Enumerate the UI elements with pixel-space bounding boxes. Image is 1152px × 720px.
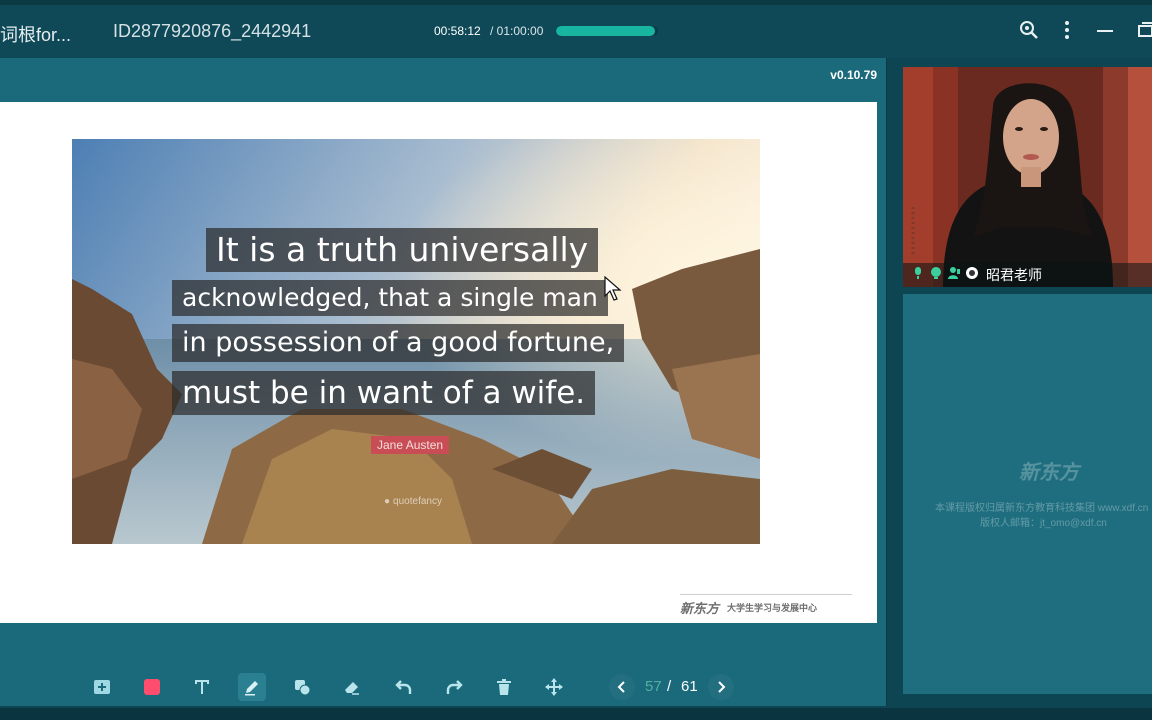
teacher-name: 昭君老师: [986, 267, 1042, 283]
progress-bar: [556, 26, 658, 36]
move-icon[interactable]: [540, 673, 568, 701]
slide-canvas[interactable]: It is a truth universally acknowledged, …: [0, 102, 877, 623]
footer-logo: 新东方: [680, 601, 720, 616]
teacher-status-bar: 昭君老师: [903, 263, 1152, 287]
time-elapsed: 00:58:12: [434, 24, 481, 38]
quote-line-3: in possession of a good fortune,: [172, 324, 625, 362]
time-total: / 01:00:00: [490, 24, 544, 38]
quote-line-2: acknowledged, that a single man: [172, 280, 608, 316]
shape-icon[interactable]: [288, 673, 316, 701]
progress-fill: [556, 26, 655, 36]
footer-divider: [680, 594, 852, 595]
user-icon[interactable]: [947, 266, 961, 285]
page-current: 57: [645, 678, 662, 695]
add-page-icon[interactable]: [88, 673, 116, 701]
quote-watermark-text: quotefancy: [393, 496, 442, 507]
page-total: 61: [681, 678, 698, 695]
teacher-role-icon: [965, 266, 979, 285]
minimize-icon[interactable]: [1094, 19, 1116, 41]
teacher-video-frame: [903, 67, 1152, 287]
next-page-button[interactable]: [708, 674, 734, 700]
annotation-toolbar: 57 / 61: [0, 666, 887, 708]
quote-line-4: must be in want of a wife.: [172, 371, 596, 415]
slide-panel: v0.10.79 It is a truth universally ackno…: [0, 58, 887, 706]
redo-icon[interactable]: [440, 673, 468, 701]
quote-author: Jane Austen: [371, 436, 450, 454]
copyright-line-1: 本课程版权归属新东方教育科技集团 www.xdf.cn: [935, 503, 1149, 514]
side-panel: 新东方 本课程版权归属新东方教育科技集团 www.xdf.cn 版权人邮箱：jt…: [903, 294, 1152, 694]
page-separator: /: [667, 678, 672, 695]
camera-icon[interactable]: [929, 266, 943, 285]
version-label: v0.10.79: [830, 68, 877, 82]
mouse-cursor-icon: [604, 276, 622, 301]
text-icon[interactable]: [188, 673, 216, 701]
session-id: ID2877920876_2442941: [113, 21, 312, 41]
restore-icon[interactable]: [1136, 19, 1152, 41]
top-bar: 词根for... ID2877920876_2442941 00:58:12 /…: [0, 0, 1152, 58]
side-panel-logo: 新东方: [1019, 462, 1079, 484]
delete-icon[interactable]: [490, 673, 518, 701]
eraser-icon[interactable]: [338, 673, 366, 701]
footer-text: 大学生学习与发展中心: [727, 603, 818, 613]
pen-icon[interactable]: [238, 673, 266, 701]
mic-icon[interactable]: [911, 266, 925, 285]
quote-line-1: It is a truth universally: [206, 228, 599, 272]
prev-page-button[interactable]: [609, 674, 635, 700]
chevron-right-icon: [718, 681, 726, 693]
bottom-strip: [0, 708, 1152, 720]
window-strip: [0, 0, 1152, 5]
course-title: 词根for...: [0, 25, 72, 45]
quote-watermark-icon: ●: [384, 496, 391, 507]
quote-photo: It is a truth universally acknowledged, …: [72, 139, 760, 544]
undo-icon[interactable]: [390, 673, 418, 701]
slide-footer: 新东方 大学生学习与发展中心: [680, 598, 817, 617]
search-settings-icon[interactable]: [1018, 19, 1040, 41]
quote-watermark: ● quotefancy: [384, 496, 442, 507]
chevron-left-icon: [617, 681, 625, 693]
more-icon[interactable]: [1056, 19, 1078, 41]
color-icon[interactable]: [138, 673, 166, 701]
teacher-video: 昭君老师: [903, 67, 1152, 287]
copyright-line-2: 版权人邮箱：jt_omo@xdf.cn: [980, 518, 1107, 529]
